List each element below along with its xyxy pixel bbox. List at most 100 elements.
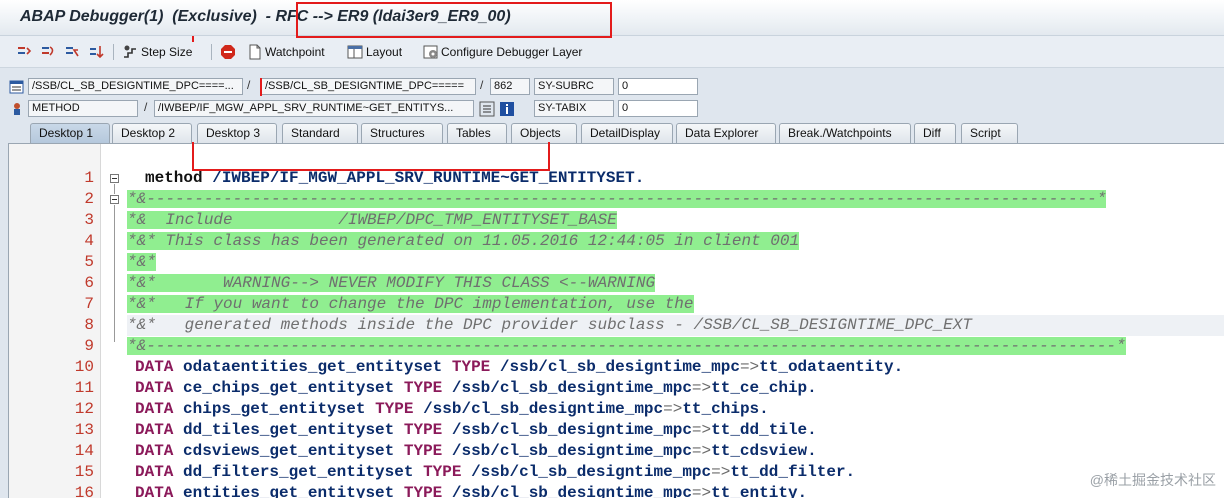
keyword-type: TYPE	[403, 442, 443, 460]
info-row-1: /SSB/CL_SB_DESIGNTIME_DPC====... / /SSB/…	[0, 78, 1224, 98]
type-name: tt_ce_chip.	[711, 379, 817, 397]
code-line-1: method /IWBEP/IF_MGW_APPL_SRV_RUNTIME~GE…	[145, 168, 644, 189]
tab-desktop-2[interactable]: Desktop 2	[112, 123, 192, 143]
method-name: /IWBEP/IF_MGW_APPL_SRV_RUNTIME~GET_ENTIT…	[212, 169, 645, 187]
class-name: /ssb/cl_sb_designtime_mpc	[499, 358, 740, 376]
toolbar-divider	[113, 44, 114, 60]
comment-text: *&* generated methods inside the DPC pro…	[127, 316, 972, 334]
static-accessor: =>	[691, 421, 712, 439]
info-row-2: METHOD / /IWBEP/IF_MGW_APPL_SRV_RUNTIME~…	[0, 100, 1224, 120]
program-field[interactable]: /SSB/CL_SB_DESIGNTIME_DPC====...	[28, 78, 243, 95]
line-number: 14	[74, 442, 94, 460]
configure-label: Configure Debugger Layer	[441, 45, 583, 59]
separator-slash: /	[247, 78, 251, 92]
document-icon	[249, 44, 261, 60]
navigate-icon[interactable]	[479, 101, 495, 117]
type-name: tt_dd_filter.	[730, 463, 856, 481]
variable-name: dd_filters_get_entityset	[183, 463, 414, 481]
tab-script[interactable]: Script	[961, 123, 1018, 143]
line-number: 2	[84, 190, 94, 208]
step-into-button[interactable]	[16, 42, 32, 62]
type-name: tt_dd_tile.	[711, 421, 817, 439]
tab-structures[interactable]: Structures	[361, 123, 443, 143]
code-line-6: *&* WARNING--> NEVER MODIFY THIS CLASS <…	[127, 273, 656, 294]
tab-diff[interactable]: Diff	[914, 123, 956, 143]
class-name: /ssb/cl_sb_designtime_mpc	[451, 484, 692, 498]
code-line-11: DATA ce_chips_get_entityset TYPE /ssb/cl…	[135, 378, 817, 399]
tab-data-explorer[interactable]: Data Explorer	[676, 123, 776, 143]
code-line-4: *&* This class has been generated on 11.…	[127, 231, 800, 252]
step-size-button[interactable]: Step Size	[122, 42, 192, 62]
keyword-data: DATA	[135, 484, 174, 498]
type-name: tt_cdsview.	[711, 442, 817, 460]
method-icon	[14, 103, 20, 115]
class-name: /ssb/cl_sb_designtime_mpc	[423, 400, 664, 418]
code-line-5: *&*	[127, 252, 156, 273]
type-name: tt_chips.	[682, 400, 769, 418]
info-icon[interactable]	[499, 101, 515, 117]
title-bar: ABAP Debugger(1) (Exclusive) - RFC --> E…	[0, 0, 1224, 36]
tab-tables[interactable]: Tables	[447, 123, 507, 143]
tab-desktop-3[interactable]: Desktop 3	[197, 123, 277, 143]
code-line-3: *& Include /IWBEP/DPC_TMP_ENTITYSET_BASE	[127, 210, 617, 231]
variable-name: cdsviews_get_entityset	[183, 442, 395, 460]
line-number-field[interactable]: 862	[490, 78, 530, 95]
configure-debugger-layer-button[interactable]: Configure Debugger Layer	[423, 42, 582, 62]
step-over-button[interactable]	[40, 42, 56, 62]
variable-name: odataentities_get_entityset	[183, 358, 443, 376]
code-line-10: DATA odataentities_get_entityset TYPE /s…	[135, 357, 903, 378]
stop-button[interactable]	[220, 42, 236, 62]
tab-standard[interactable]: Standard	[282, 123, 358, 143]
method-name-field[interactable]: /IWBEP/IF_MGW_APPL_SRV_RUNTIME~GET_ENTIT…	[154, 100, 474, 117]
line-number: 4	[84, 232, 94, 250]
tab-break-watchpoints[interactable]: Break./Watchpoints	[779, 123, 911, 143]
code-line-15: DATA dd_filters_get_entityset TYPE /ssb/…	[135, 462, 855, 483]
comment-text: *& Include /IWBEP/DPC_TMP_ENTITYSET_BASE	[127, 211, 617, 229]
tab-desktop-1[interactable]: Desktop 1	[30, 123, 110, 143]
keyword-data: DATA	[135, 379, 174, 397]
tab-detaildisplay[interactable]: DetailDisplay	[581, 123, 673, 143]
static-accessor: =>	[691, 484, 712, 498]
class-name: /ssb/cl_sb_designtime_mpc	[451, 442, 692, 460]
line-number: 9	[84, 337, 94, 355]
type-name: tt_odataentity.	[759, 358, 904, 376]
line-number-gutter: 1 2 3 4 5 6 7 8 9 10 11 12 13 14 15 16	[9, 144, 101, 498]
sysvar-value-field[interactable]: 0	[618, 100, 698, 117]
line-number: 6	[84, 274, 94, 292]
line-number: 12	[74, 400, 94, 418]
static-accessor: =>	[691, 379, 712, 397]
sysvar-name-field[interactable]: SY-SUBRC	[534, 78, 614, 95]
line-number: 10	[74, 358, 94, 376]
code-line-2: *&--------------------------------------…	[127, 189, 1107, 210]
step-size-label: Step Size	[141, 45, 193, 59]
step-return-icon	[66, 47, 79, 57]
step-return-button[interactable]	[64, 42, 80, 62]
separator-slash: /	[480, 78, 484, 92]
keyword-type: TYPE	[423, 463, 462, 481]
line-number: 7	[84, 295, 94, 313]
static-accessor: =>	[663, 400, 683, 418]
include-field[interactable]: /SSB/CL_SB_DESIGNTIME_DPC=====	[261, 78, 476, 95]
code-line-9: *&--------------------------------------…	[127, 336, 1126, 357]
layout-button[interactable]: Layout	[347, 42, 402, 62]
sysvar-name-field[interactable]: SY-TABIX	[534, 100, 614, 117]
continue-button[interactable]	[88, 42, 104, 62]
layout-label: Layout	[366, 45, 403, 59]
source-code-editor[interactable]: 1 2 3 4 5 6 7 8 9 10 11 12 13 14 15 16 m…	[8, 143, 1224, 498]
code-line-14: DATA cdsviews_get_entityset TYPE /ssb/cl…	[135, 441, 817, 462]
step-into-icon	[18, 47, 32, 55]
comment-text: *&* If you want to change the DPC implem…	[127, 295, 694, 313]
tab-objects[interactable]: Objects	[511, 123, 577, 143]
watchpoint-button[interactable]: Watchpoint	[247, 42, 325, 62]
sysvar-value-field[interactable]: 0	[618, 78, 698, 95]
keyword-data: DATA	[135, 421, 174, 439]
code-line-16: DATA entities_get_entityset TYPE /ssb/cl…	[135, 483, 807, 498]
collapse-comment-icon[interactable]	[110, 195, 119, 204]
event-type-field[interactable]: METHOD	[28, 100, 138, 117]
comment-text: *&*	[127, 253, 156, 271]
collapse-method-icon[interactable]	[110, 174, 119, 183]
variable-name: chips_get_entityset	[183, 400, 366, 418]
line-number: 15	[74, 463, 94, 481]
watermark: @稀土掘金技术社区	[1089, 472, 1216, 488]
program-icon	[9, 80, 24, 94]
